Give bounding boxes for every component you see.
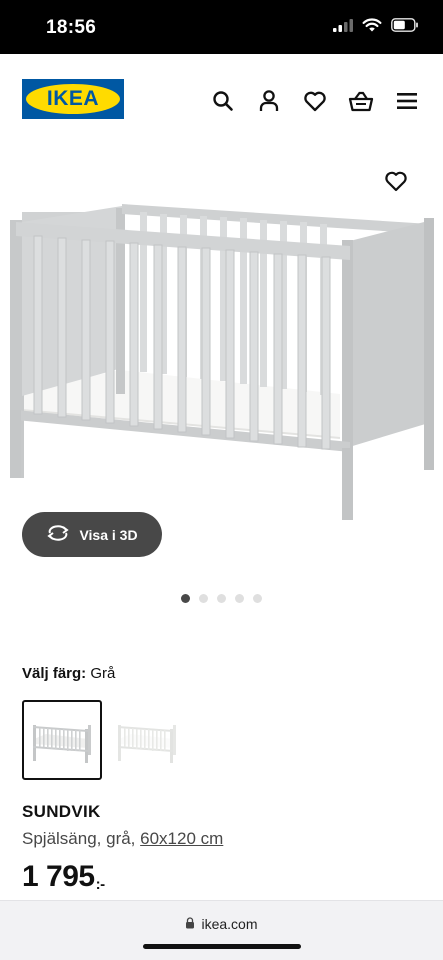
product-price: 1 795:-	[22, 860, 105, 894]
search-icon[interactable]	[209, 88, 237, 114]
ikea-logo[interactable]: IKEA	[22, 79, 124, 119]
url-display[interactable]: ikea.com	[0, 916, 443, 932]
status-icons	[333, 18, 419, 37]
color-label-value: Grå	[90, 665, 116, 682]
heart-icon[interactable]	[301, 88, 329, 114]
carousel-dot[interactable]	[181, 594, 190, 603]
carousel-dot[interactable]	[199, 594, 208, 603]
url-text: ikea.com	[201, 916, 258, 932]
carousel-dots	[181, 594, 262, 603]
color-swatch-gray[interactable]	[22, 700, 102, 780]
color-label-title: Välj färg:	[22, 665, 87, 682]
site-header: IKEA	[0, 54, 443, 144]
color-selector-label: Välj färg: Grå	[22, 665, 115, 682]
battery-icon	[391, 18, 419, 37]
menu-icon[interactable]	[393, 88, 421, 114]
color-swatch-white[interactable]	[107, 700, 187, 780]
product-desc-text: Spjälsäng, grå,	[22, 829, 141, 848]
carousel-dot[interactable]	[217, 594, 226, 603]
product-size-link[interactable]: 60x120 cm	[140, 829, 223, 848]
rotate-3d-icon	[46, 525, 70, 544]
favorite-heart-icon[interactable]	[384, 170, 410, 194]
product-name: SUNDVIK	[22, 802, 101, 821]
view-in-3d-button[interactable]: Visa i 3D	[22, 512, 162, 557]
price-value: 1 795	[22, 860, 95, 893]
shopping-basket-icon[interactable]	[347, 88, 375, 114]
wifi-icon	[362, 18, 382, 37]
cellular-signal-icon	[333, 18, 353, 37]
product-image-crib[interactable]	[0, 160, 443, 530]
logo-text: IKEA	[46, 87, 100, 110]
user-icon[interactable]	[255, 88, 283, 114]
status-bar: 18:56	[0, 0, 443, 54]
logo-oval: IKEA	[26, 84, 120, 114]
header-nav	[209, 88, 421, 114]
view-in-3d-label: Visa i 3D	[79, 526, 138, 543]
carousel-dot[interactable]	[253, 594, 262, 603]
home-indicator[interactable]	[143, 944, 301, 949]
carousel-dot[interactable]	[235, 594, 244, 603]
lock-icon	[185, 916, 195, 932]
price-suffix: :-	[95, 876, 106, 893]
product-description: Spjälsäng, grå, 60x120 cm	[22, 829, 223, 849]
status-time: 18:56	[46, 17, 97, 38]
browser-url-bar[interactable]: ikea.com	[0, 900, 443, 960]
